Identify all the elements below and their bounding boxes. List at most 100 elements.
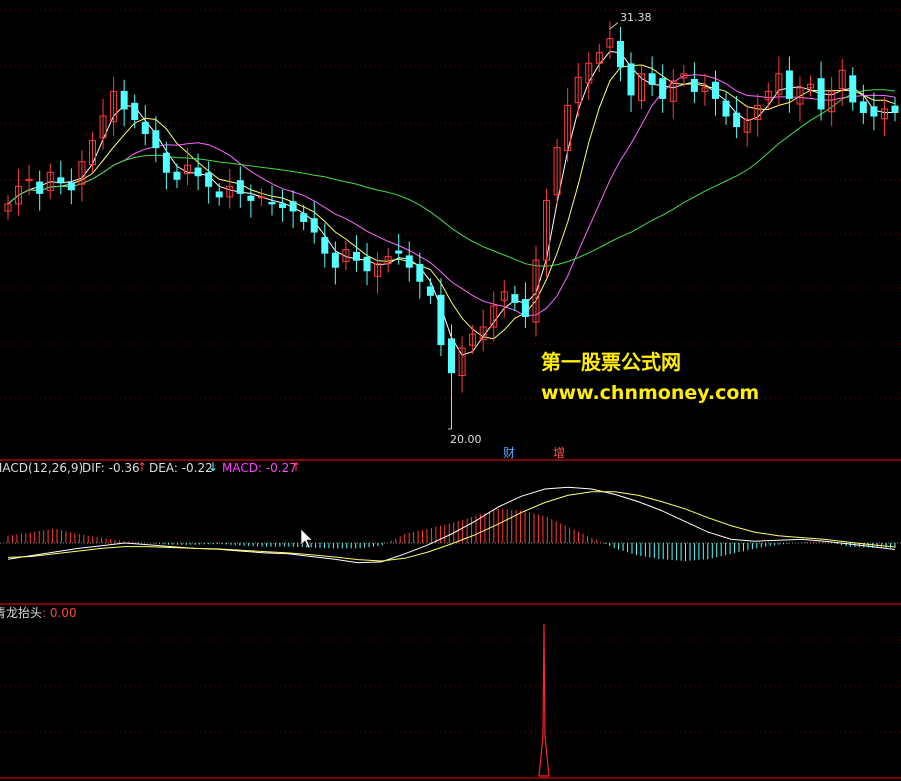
ma-longest-line bbox=[7, 89, 896, 267]
candle bbox=[4, 195, 12, 220]
candle bbox=[110, 76, 118, 137]
financial-report-marker[interactable]: 财 bbox=[503, 444, 515, 461]
macd-dea-value: DEA: -0.22 bbox=[149, 461, 213, 475]
candle bbox=[416, 252, 424, 299]
watermark-title: 第一股票公式网 bbox=[541, 350, 681, 374]
candle bbox=[437, 278, 445, 357]
macd-bar-value: MACD: -0.27 bbox=[222, 461, 297, 475]
signal-indicator-name: 青龙抬头 bbox=[0, 606, 43, 620]
candle bbox=[448, 324, 455, 388]
candle-body bbox=[215, 191, 223, 198]
candle-body bbox=[870, 106, 878, 117]
ma-long-line bbox=[7, 74, 896, 317]
candle-body bbox=[310, 218, 318, 233]
dea-line bbox=[7, 491, 896, 562]
macd-up-arrow-icon: ↑ bbox=[291, 460, 302, 474]
candle bbox=[701, 73, 709, 106]
candle-body bbox=[511, 294, 519, 303]
candle-body bbox=[722, 100, 730, 117]
ma-mid-line bbox=[7, 64, 896, 340]
candle-body bbox=[437, 294, 445, 346]
candle-body bbox=[331, 252, 339, 268]
candle bbox=[120, 79, 128, 127]
candle bbox=[15, 169, 23, 216]
candle bbox=[743, 105, 751, 147]
watermark-url: www.chnmoney.com bbox=[541, 382, 760, 404]
candle bbox=[405, 241, 413, 282]
candle-body bbox=[205, 172, 213, 187]
candle bbox=[67, 168, 75, 205]
candle bbox=[36, 170, 44, 211]
candle bbox=[532, 245, 540, 337]
high-marker-line bbox=[609, 22, 619, 30]
candle-body bbox=[321, 237, 329, 254]
candle-body bbox=[733, 112, 741, 128]
candle bbox=[57, 160, 65, 195]
candle bbox=[310, 201, 318, 244]
candle bbox=[870, 92, 878, 131]
signal-spike bbox=[538, 623, 550, 777]
candle bbox=[384, 247, 392, 273]
candle bbox=[764, 82, 772, 109]
candle bbox=[616, 27, 624, 82]
candle-body bbox=[690, 78, 698, 92]
candle bbox=[247, 184, 255, 218]
stock-chart bbox=[0, 9, 901, 779]
candle-body bbox=[416, 263, 424, 282]
candle-body bbox=[627, 63, 635, 96]
candle-body bbox=[162, 152, 170, 173]
candle-body bbox=[131, 102, 139, 120]
candle bbox=[722, 92, 730, 125]
candle bbox=[880, 97, 888, 137]
candle-body bbox=[152, 130, 160, 149]
candle bbox=[807, 75, 815, 97]
candle bbox=[236, 166, 244, 208]
candle bbox=[279, 189, 287, 222]
high-price-label: 31.38 bbox=[620, 11, 652, 24]
candle bbox=[891, 97, 899, 122]
candle bbox=[395, 233, 403, 265]
candle bbox=[99, 98, 107, 150]
candle bbox=[363, 242, 371, 286]
candle bbox=[490, 291, 498, 342]
candle-body bbox=[648, 73, 656, 85]
candle-body bbox=[36, 181, 44, 194]
candle-body bbox=[817, 78, 825, 110]
candle-body bbox=[859, 101, 867, 113]
candle bbox=[785, 56, 793, 113]
macd-indicator-name: MACD(12,26,9) bbox=[0, 461, 84, 475]
share-increase-marker[interactable]: 增 bbox=[553, 444, 565, 461]
candle bbox=[796, 76, 804, 122]
candle bbox=[479, 309, 487, 352]
candle-body bbox=[711, 81, 719, 99]
candle-body bbox=[289, 201, 297, 212]
candle bbox=[627, 52, 635, 113]
panel-dividers bbox=[0, 459, 901, 779]
candle bbox=[521, 282, 529, 329]
candle bbox=[289, 190, 297, 229]
candle bbox=[131, 94, 139, 129]
candle-body bbox=[352, 251, 360, 261]
candle bbox=[828, 76, 836, 127]
candle-body bbox=[268, 201, 276, 205]
candle-body bbox=[785, 70, 793, 99]
candle-body bbox=[891, 105, 899, 113]
candle bbox=[690, 62, 698, 103]
candle bbox=[564, 88, 572, 163]
dif-up-arrow-icon: ↑ bbox=[137, 460, 148, 474]
candle-body bbox=[141, 121, 149, 135]
candle bbox=[500, 280, 508, 318]
candle bbox=[574, 62, 582, 118]
candle-body bbox=[849, 75, 857, 103]
candle-body bbox=[395, 250, 403, 254]
candle-body bbox=[659, 78, 667, 99]
candle bbox=[352, 235, 360, 272]
candle-body bbox=[363, 256, 371, 272]
signal-indicator-value: : 0.00 bbox=[42, 606, 77, 620]
candle bbox=[775, 56, 783, 106]
candle-body bbox=[405, 255, 413, 268]
candle bbox=[585, 51, 593, 101]
signal-series bbox=[538, 623, 550, 777]
candle bbox=[141, 105, 149, 146]
candle bbox=[648, 56, 656, 96]
